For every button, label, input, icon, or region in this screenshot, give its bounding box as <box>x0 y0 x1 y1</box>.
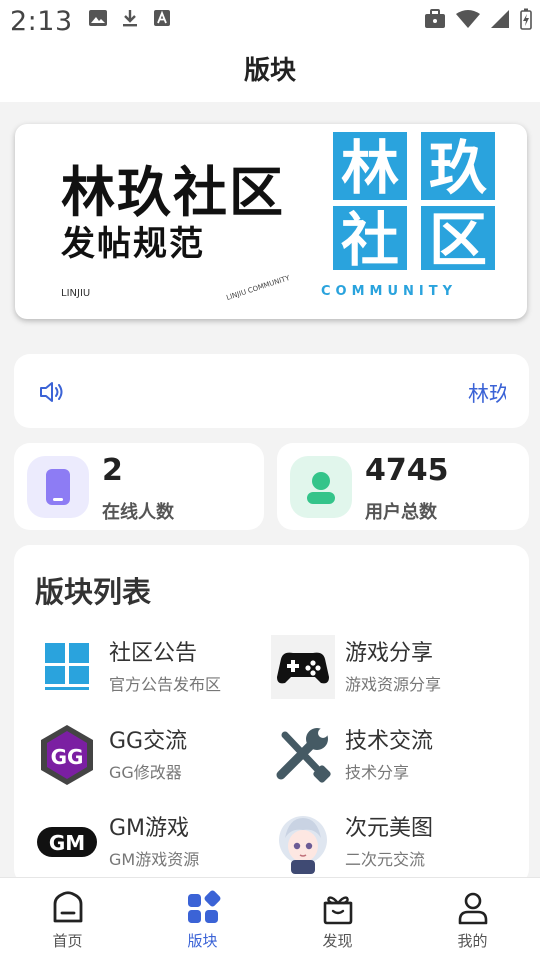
board-item-gm[interactable]: GM GM游戏 GM游戏资源 <box>14 808 244 878</box>
signal-icon <box>491 10 509 28</box>
status-bar: 2:13 <box>0 0 540 42</box>
online-users-card: 2 在线人数 <box>14 443 264 530</box>
board-name: GM游戏 <box>109 816 190 841</box>
banner-subtitle: 发帖规范 <box>61 224 205 264</box>
image-icon <box>89 10 107 26</box>
board-item-game-share[interactable]: 游戏分享 游戏资源分享 <box>250 633 480 703</box>
logo-char-4: 区 <box>429 206 487 274</box>
svg-text:GM: GM <box>49 831 85 855</box>
board-list-card: 版块列表 社区公告 官方公告发布区 游戏分享 游戏资源分享 GG GG交流 GG… <box>14 545 529 885</box>
board-name: 技术交流 <box>345 729 434 754</box>
anime-avatar-icon <box>271 810 335 874</box>
bottom-nav: 首页 版块 发现 我的 <box>0 877 540 960</box>
nav-home-label: 首页 <box>52 932 83 950</box>
banner-english-text: LINJIU <box>61 288 91 299</box>
nav-boards[interactable]: 版块 <box>135 878 270 960</box>
svg-text:GG: GG <box>51 745 84 769</box>
banner-small-text: LINJIU COMMUNITY <box>225 273 291 303</box>
board-item-anime[interactable]: 次元美图 二次元交流 <box>250 808 480 878</box>
gamepad-icon <box>271 635 335 699</box>
board-name: 社区公告 <box>109 641 198 666</box>
nav-profile[interactable]: 我的 <box>405 878 540 960</box>
download-icon <box>123 10 137 27</box>
page-title: 版块 <box>243 56 296 86</box>
logo-char-2: 玖 <box>429 134 487 202</box>
nav-profile-label: 我的 <box>457 932 488 950</box>
board-desc: 技术分享 <box>345 763 410 782</box>
notice-text: 林玖 <box>468 382 506 406</box>
board-list-title: 版块列表 <box>35 575 152 609</box>
phone-icon <box>27 456 89 518</box>
gg-icon: GG <box>35 723 99 787</box>
app-bar: 版块 <box>0 42 540 102</box>
font-icon <box>154 10 170 26</box>
tools-icon <box>271 723 335 787</box>
battery-icon <box>520 8 532 30</box>
gm-icon: GM <box>35 810 99 874</box>
board-name: GG交流 <box>109 729 188 754</box>
grid-icon <box>188 890 221 923</box>
board-desc: 官方公告发布区 <box>109 675 222 694</box>
logo-char-1: 林 <box>341 134 399 202</box>
wifi-icon <box>456 10 480 28</box>
board-item-announcement[interactable]: 社区公告 官方公告发布区 <box>14 633 244 703</box>
online-label: 在线人数 <box>102 502 174 523</box>
speaker-icon <box>40 382 63 402</box>
notice-bar[interactable]: 林玖 <box>14 354 529 428</box>
community-logo-icon <box>35 635 99 699</box>
total-users-card: 4745 用户总数 <box>277 443 529 530</box>
status-time: 2:13 <box>10 6 73 37</box>
board-item-gg[interactable]: GG GG交流 GG修改器 <box>14 721 244 791</box>
nav-discover[interactable]: 发现 <box>270 878 405 960</box>
board-desc: GG修改器 <box>109 763 182 782</box>
board-name: 游戏分享 <box>345 641 434 666</box>
online-count: 2 <box>102 453 123 488</box>
board-name: 次元美图 <box>345 816 434 841</box>
total-count: 4745 <box>365 453 449 488</box>
board-item-tech[interactable]: 技术交流 技术分享 <box>250 721 480 791</box>
user-icon <box>458 892 488 925</box>
banner-carousel[interactable]: 林玖社区 发帖规范 LINJIU LINJIU COMMUNITY 林 玖 社 … <box>15 124 527 319</box>
board-desc: 二次元交流 <box>345 850 426 869</box>
community-logo: 林 玖 社 区 <box>329 128 499 274</box>
briefcase-icon <box>425 9 445 28</box>
total-label: 用户总数 <box>365 502 437 523</box>
logo-english-text: COMMUNITY <box>321 284 458 299</box>
board-desc: 游戏资源分享 <box>345 675 442 694</box>
home-icon <box>53 891 83 923</box>
user-badge-icon <box>290 456 352 518</box>
nav-discover-label: 发现 <box>322 932 353 950</box>
board-desc: GM游戏资源 <box>109 850 200 869</box>
logo-char-3: 社 <box>341 206 399 274</box>
nav-home[interactable]: 首页 <box>0 878 135 960</box>
gift-icon <box>323 896 353 925</box>
nav-boards-label: 版块 <box>187 932 218 950</box>
